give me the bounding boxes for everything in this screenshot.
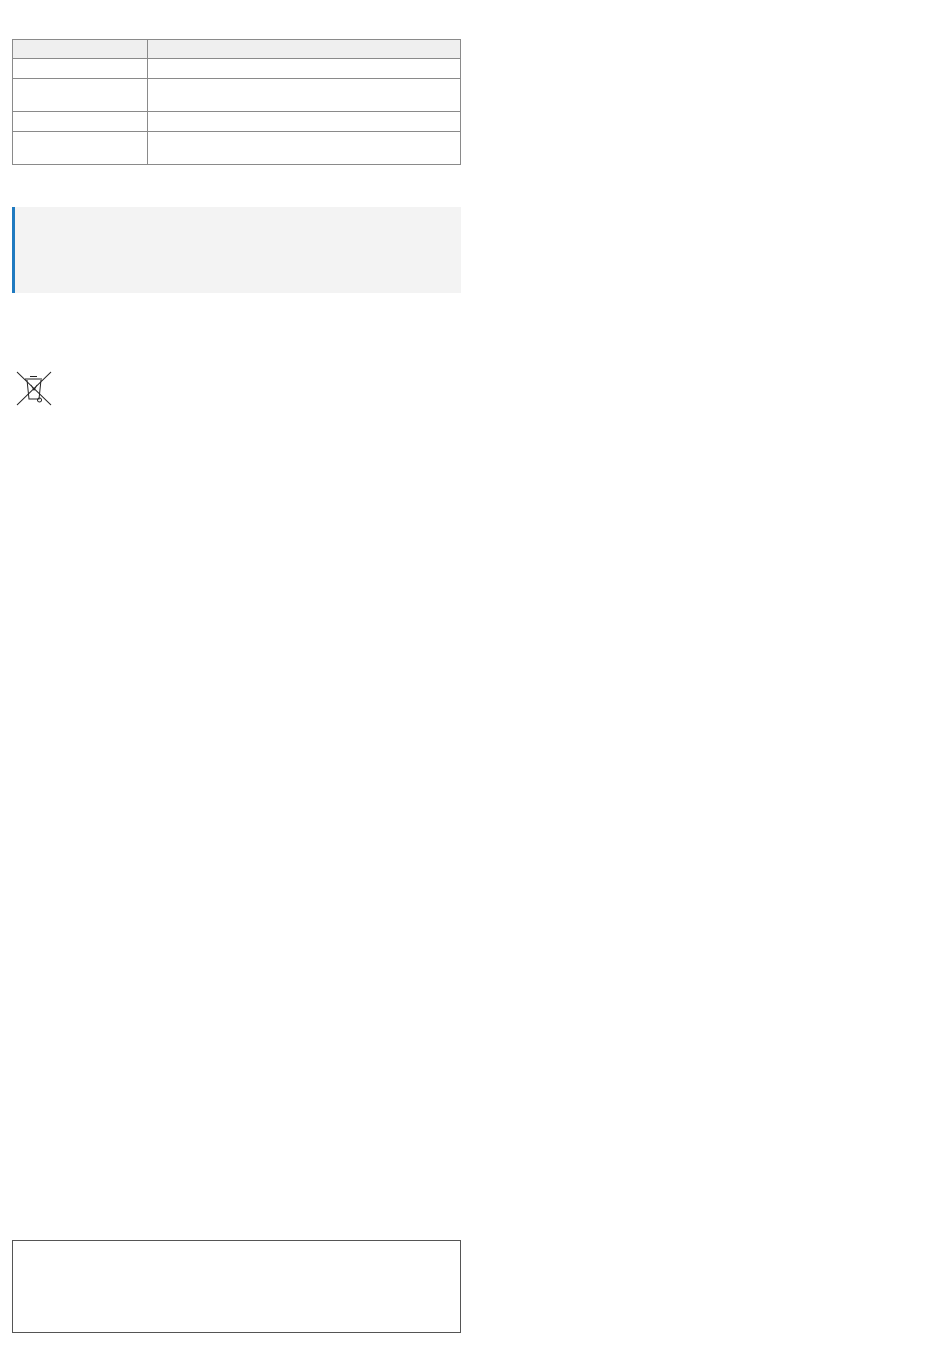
table-header-cell [12,39,148,59]
table-cell-value [147,111,461,132]
crossed-out-wheelie-bin-icon [15,371,53,407]
footer-box [12,1240,461,1333]
table-row [12,58,461,79]
table-row [12,111,461,132]
table-cell-value [147,131,461,165]
table-header-row [12,39,461,59]
table-row [12,78,461,112]
table-row [12,131,461,165]
table-cell-value [147,58,461,79]
table-cell-label [12,58,148,79]
note-callout [12,207,461,293]
table-cell-value [147,78,461,112]
table-cell-label [12,78,148,112]
spec-table [12,39,461,165]
table-cell-label [12,111,148,132]
table-cell-label [12,131,148,165]
table-header-cell [147,39,461,59]
